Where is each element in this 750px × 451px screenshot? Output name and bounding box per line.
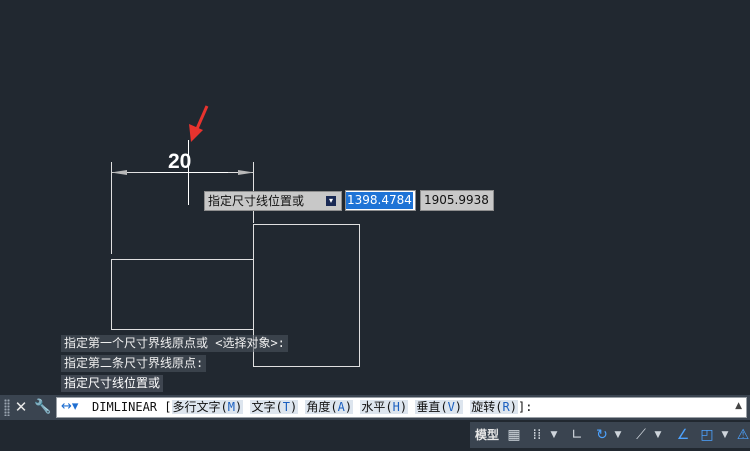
dynamic-input-x-field[interactable]: 1398.4784 [345, 190, 416, 211]
chevron-down-icon[interactable]: ▼ [720, 422, 730, 448]
x-value-selected: 1398.4784 [346, 192, 413, 209]
ortho-icon[interactable]: ∟ [568, 422, 586, 448]
command-history-line: 指定尺寸线位置或 [61, 375, 164, 392]
dimension-text: 20 [168, 150, 191, 173]
history-up-icon[interactable]: ▲ [735, 401, 742, 411]
dimension-arrow-right [238, 170, 254, 175]
command-line-input[interactable]: ↔▾ DIMLINEAR [多行文字(M) 文字(T) 角度(A) 水平(H) … [56, 397, 747, 418]
dimlinear-icon: ↔▾ [61, 399, 79, 414]
status-toggles: 模型 ▦ ⁞⁞ ▼ ∟ ↻ ▼ ⟋ ▼ ∠ ◰ ▼ ⚠ [470, 422, 750, 448]
polar-tracking-icon[interactable]: ↻ [593, 422, 611, 448]
command-line-text: DIMLINEAR [多行文字(M) 文字(T) 角度(A) 水平(H) 垂直(… [92, 398, 532, 417]
close-icon[interactable]: ✕ [12, 397, 30, 417]
option-angle[interactable]: 角度(A) [305, 400, 354, 414]
chevron-down-icon[interactable]: ▼ [653, 422, 663, 448]
object-snap-tracking-icon[interactable]: ∠ [674, 422, 692, 448]
command-bar: ✕ 🔧 ↔▾ DIMLINEAR [多行文字(M) 文字(T) 角度(A) 水平… [0, 395, 750, 420]
wrench-icon[interactable]: 🔧 [33, 397, 53, 417]
option-vertical[interactable]: 垂直(V) [415, 400, 464, 414]
command-name: DIMLINEAR [92, 400, 158, 414]
object-snap-icon[interactable]: ◰ [698, 422, 716, 448]
status-bar: 模型 ▦ ⁞⁞ ▼ ∟ ↻ ▼ ⟋ ▼ ∠ ◰ ▼ ⚠ [0, 420, 750, 451]
y-value: 1905.9938 [424, 193, 489, 207]
bracket-open: [ [164, 400, 172, 414]
model-space-button[interactable]: 模型 [472, 422, 502, 448]
annotation-scale-icon[interactable]: ⚠ [736, 422, 750, 448]
dynamic-input-prompt: 指定尺寸线位置或 ▾ [204, 191, 342, 211]
isodraft-icon[interactable]: ⟋ [632, 422, 650, 448]
command-history-line: 指定第一个尺寸界线原点或 <选择对象>: [61, 335, 288, 352]
dynamic-input-y-field[interactable]: 1905.9938 [420, 190, 494, 211]
drag-handle[interactable] [4, 399, 10, 416]
option-rotate[interactable]: 旋转(R) [470, 400, 518, 414]
option-mtext[interactable]: 多行文字(M) [171, 400, 244, 414]
dimension-arrow-left [111, 170, 127, 175]
command-history-line: 指定第二条尺寸界线原点: [61, 355, 207, 372]
grid-icon[interactable]: ▦ [504, 422, 524, 448]
chevron-down-icon[interactable]: ▼ [613, 422, 623, 448]
bracket-close: ]: [517, 400, 533, 414]
dynamic-input-prompt-text: 指定尺寸线位置或 [208, 194, 305, 208]
option-text[interactable]: 文字(T) [250, 400, 299, 414]
chevron-down-icon[interactable]: ▼ [549, 422, 559, 448]
option-horizontal[interactable]: 水平(H) [360, 400, 409, 414]
rectangle-left [111, 259, 254, 330]
red-pointer-arrow-icon [189, 105, 209, 142]
snap-grid-icon[interactable]: ⁞⁞ [527, 422, 547, 448]
down-arrow-icon[interactable]: ▾ [326, 196, 336, 206]
